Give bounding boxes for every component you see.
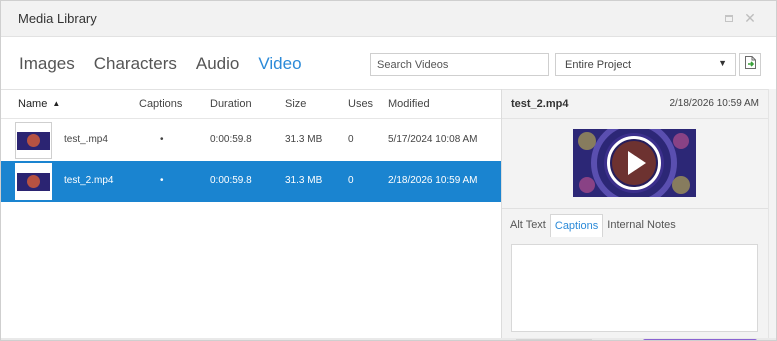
detail-panel: test_2.mp4 2/18/2026 10:59 AM Alt Text C… xyxy=(502,89,768,340)
column-header-captions[interactable]: Captions xyxy=(139,98,182,110)
column-header-size[interactable]: Size xyxy=(285,98,306,110)
table-row[interactable]: test_.mp4 • 0:00:59.8 31.3 MB 0 5/17/202… xyxy=(1,120,502,161)
detail-file-name: test_2.mp4 xyxy=(511,98,569,110)
column-header-modified[interactable]: Modified xyxy=(388,98,430,110)
video-preview[interactable] xyxy=(573,129,696,197)
detail-date: 2/18/2026 10:59 AM xyxy=(669,98,759,109)
row-duration: 0:00:59.8 xyxy=(210,175,252,186)
tab-characters[interactable]: Characters xyxy=(94,53,177,75)
row-name: test_.mp4 xyxy=(64,134,108,145)
row-name: test_2.mp4 xyxy=(64,175,114,186)
tab-audio[interactable]: Audio xyxy=(196,53,239,75)
play-icon[interactable] xyxy=(607,136,661,190)
row-captions: • xyxy=(160,134,164,145)
detail-header: test_2.mp4 2/18/2026 10:59 AM xyxy=(502,89,768,119)
row-uses: 0 xyxy=(348,175,354,186)
tab-video[interactable]: Video xyxy=(258,53,301,75)
row-modified: 2/18/2026 10:59 AM xyxy=(388,175,478,186)
table-header: Name ▲ Captions Duration Size Uses Modifi… xyxy=(1,89,502,119)
video-thumbnail xyxy=(15,122,52,159)
row-size: 31.3 MB xyxy=(285,175,323,186)
chevron-down-icon: ▼ xyxy=(718,58,727,68)
captions-textarea[interactable] xyxy=(511,244,758,332)
table-row-selected[interactable]: test_2.mp4 • 0:00:59.8 31.3 MB 0 2/18/20… xyxy=(1,161,502,202)
column-header-uses[interactable]: Uses xyxy=(348,98,373,110)
search-input[interactable] xyxy=(370,53,549,76)
row-modified: 5/17/2024 10:08 AM xyxy=(388,134,478,145)
row-captions: • xyxy=(160,175,164,186)
scope-selected-value: Entire Project xyxy=(565,59,632,71)
row-uses: 0 xyxy=(348,134,354,145)
column-header-duration[interactable]: Duration xyxy=(210,98,252,110)
detail-tabs: Alt Text Captions Internal Notes xyxy=(506,214,680,237)
media-type-tabs: Images Characters Audio Video xyxy=(19,53,302,75)
close-icon[interactable]: ✕ xyxy=(743,10,757,26)
media-library-window: Media Library ✕ Images Characters Audio … xyxy=(0,0,777,341)
column-header-name[interactable]: Name ▲ xyxy=(18,98,60,110)
title-bar: Media Library ✕ xyxy=(1,1,776,37)
tab-alt-text[interactable]: Alt Text xyxy=(506,214,550,237)
row-duration: 0:00:59.8 xyxy=(210,134,252,145)
maximize-icon[interactable] xyxy=(722,11,736,25)
tab-internal-notes[interactable]: Internal Notes xyxy=(603,214,679,237)
tab-captions[interactable]: Captions xyxy=(549,214,604,237)
scope-dropdown[interactable]: Entire Project ▼ xyxy=(555,53,736,76)
sort-ascending-icon: ▲ xyxy=(52,99,61,108)
tab-images[interactable]: Images xyxy=(19,53,75,75)
import-button[interactable] xyxy=(739,53,761,76)
scrollbar[interactable] xyxy=(768,89,776,340)
row-size: 31.3 MB xyxy=(285,134,323,145)
column-name-label: Name xyxy=(18,98,48,110)
window-title: Media Library xyxy=(18,11,97,26)
video-thumbnail xyxy=(15,163,52,200)
import-file-icon xyxy=(744,55,757,75)
